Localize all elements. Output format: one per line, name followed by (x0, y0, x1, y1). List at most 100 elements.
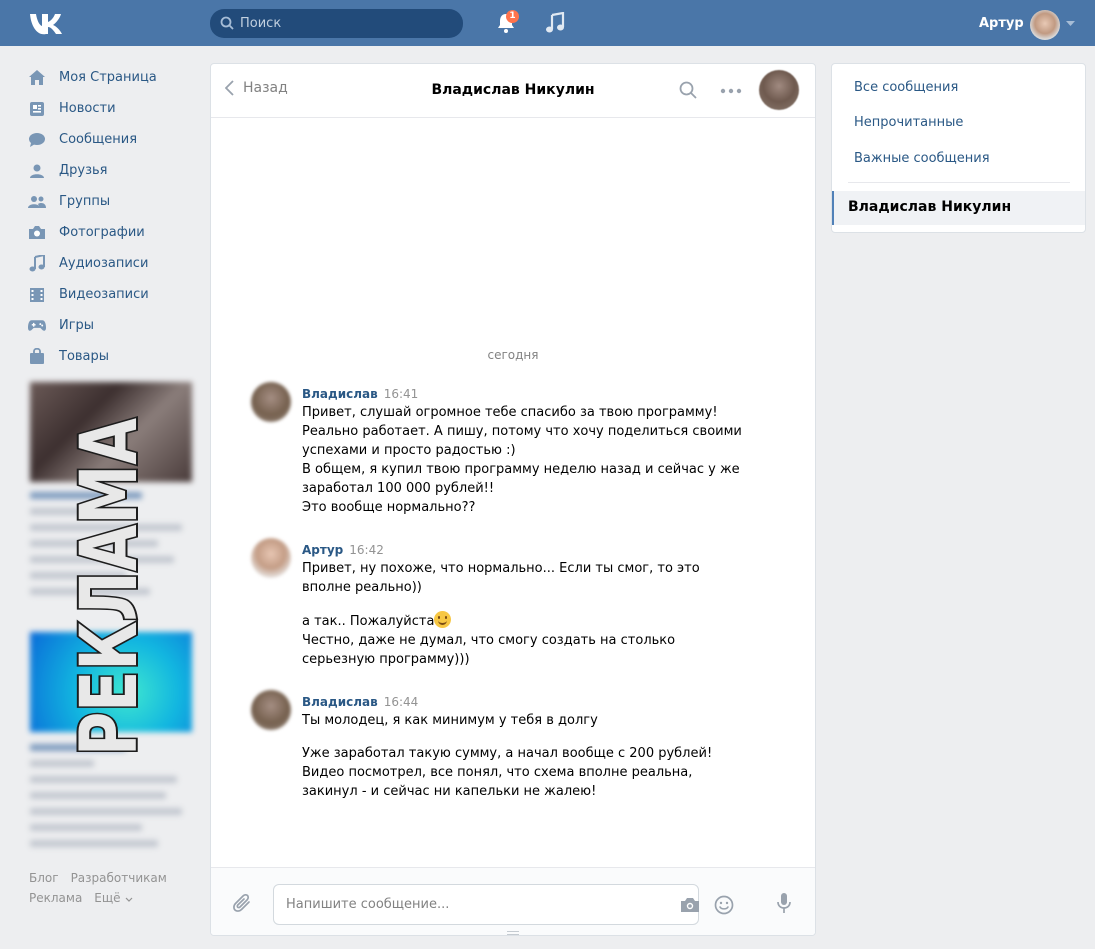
footer-blog-link[interactable]: Блог (29, 871, 59, 885)
message-line: Ты молодец, я как минимум у тебя в долгу (302, 713, 598, 728)
message-line: успехами и просто радостью :) (302, 443, 516, 458)
ad-text-block (30, 744, 190, 856)
nav-item-games[interactable]: Игры (28, 310, 198, 341)
footer-links-row-1: Блог Разработчикам (29, 871, 179, 885)
message-input[interactable] (286, 885, 666, 924)
message-time[interactable]: 16:42 (349, 543, 384, 557)
footer-developers-link[interactable]: Разработчикам (71, 871, 167, 885)
message-line: Уже заработал такую сумму, а начал вообщ… (302, 746, 713, 761)
message-line: Реально работает. А пишу, потому что хоч… (302, 424, 742, 439)
message-body: Привет, слушай огромное тебе спасибо за … (302, 403, 762, 517)
nav-label: Группы (59, 194, 111, 209)
chevron-down-icon[interactable] (1066, 21, 1075, 27)
nav-item-photos[interactable]: Фотографии (28, 217, 198, 248)
nav-item-audio[interactable]: Аудиозаписи (28, 248, 198, 279)
camera-icon[interactable] (680, 897, 700, 913)
ad-stamp-label: РЕКЛАМА (63, 416, 157, 758)
footer-more-link[interactable]: Ещё (94, 891, 133, 905)
news-icon (28, 100, 46, 118)
music-icon[interactable] (545, 12, 565, 34)
nav-item-messages[interactable]: Сообщения (28, 124, 198, 155)
left-nav: Моя Страница Новости Сообщения Друзья Гр… (28, 62, 198, 372)
nav-item-news[interactable]: Новости (28, 93, 198, 124)
chat-header: Назад Владислав Никулин (211, 64, 815, 118)
search-input[interactable] (240, 9, 455, 38)
message-line: вполне реально)) (302, 580, 422, 595)
groups-icon (28, 193, 46, 211)
message-time[interactable]: 16:44 (384, 695, 419, 709)
message-body: Привет, ну похоже, что нормально... Если… (302, 559, 762, 669)
nav-label: Моя Страница (59, 70, 157, 85)
message-line: Честно, даже не думал, что смогу создать… (302, 633, 676, 648)
divider (848, 182, 1070, 183)
nav-item-video[interactable]: Видеозаписи (28, 279, 198, 310)
ad-stamp-text: РЕКЛАМА (65, 418, 155, 756)
message-line: Привет, ну похоже, что нормально... Если… (302, 561, 700, 576)
goods-icon (28, 348, 46, 366)
nav-item-groups[interactable]: Группы (28, 186, 198, 217)
nav-item-goods[interactable]: Товары (28, 341, 198, 372)
nav-label: Товары (59, 349, 110, 364)
filter-unread[interactable]: Непрочитанные (854, 115, 963, 130)
message-line-text: а так.. Пожалуйста (302, 614, 435, 629)
audio-icon (28, 255, 46, 273)
nav-label: Фотографии (59, 225, 145, 240)
message-line: Привет, слушай огромное тебе спасибо за … (302, 405, 718, 420)
message-line: заработал 100 000 рублей!! (302, 481, 495, 496)
top-header: 1 Артур (0, 0, 1095, 46)
message-author[interactable]: Артур (302, 543, 343, 557)
chat-partner-avatar[interactable] (759, 70, 799, 110)
nav-item-my-page[interactable]: Моя Страница (28, 62, 198, 93)
avatar[interactable] (251, 538, 291, 578)
home-icon (28, 69, 46, 87)
nav-label: Видеозаписи (59, 287, 149, 302)
chat-panel: Назад Владислав Никулин сегодня Владисла… (210, 63, 816, 936)
active-dialog-item[interactable]: Владислав Никулин (832, 191, 1085, 225)
message-composer (211, 867, 815, 935)
games-icon (28, 317, 46, 335)
message-input-box[interactable] (273, 884, 734, 925)
message-body: Ты молодец, я как минимум у тебя в долгу… (302, 711, 762, 801)
message-line: Это вообще нормально?? (302, 500, 476, 515)
nav-label: Игры (59, 318, 95, 333)
search-icon (220, 16, 234, 30)
search-box[interactable] (210, 9, 463, 38)
message-line: серьезную программу))) (302, 652, 470, 667)
day-separator: сегодня (487, 348, 539, 362)
footer-ads-link[interactable]: Реклама (29, 891, 82, 905)
filter-important[interactable]: Важные сообщения (854, 151, 990, 166)
paperclip-icon[interactable] (232, 893, 254, 915)
message-meta: Владислав 16:41 (302, 387, 418, 401)
avatar[interactable] (251, 690, 291, 730)
video-icon (28, 286, 46, 304)
vk-logo-icon[interactable] (28, 10, 66, 36)
more-icon[interactable] (720, 88, 742, 94)
photo-icon (28, 224, 46, 242)
filter-all-messages[interactable]: Все сообщения (854, 80, 958, 95)
chevron-down-icon (125, 897, 133, 902)
nav-item-friends[interactable]: Друзья (28, 155, 198, 186)
message-meta: Артур 16:42 (302, 543, 384, 557)
header-avatar[interactable] (1030, 10, 1060, 40)
avatar[interactable] (251, 382, 291, 422)
message-line: а так.. Пожалуйста (302, 611, 762, 631)
smiling-emoji-icon (434, 611, 452, 628)
microphone-icon[interactable] (776, 892, 792, 914)
footer-links-row-2: Реклама Ещё (29, 891, 145, 905)
nav-label: Новости (59, 101, 116, 116)
active-dialog-name: Владислав Никулин (848, 199, 1012, 215)
message-line: закинул - и сейчас ни капельки не жалею! (302, 784, 597, 799)
smile-icon[interactable] (714, 895, 734, 915)
footer-more-label: Ещё (94, 891, 121, 905)
message-time[interactable]: 16:41 (384, 387, 419, 401)
message-author[interactable]: Владислав (302, 387, 378, 401)
message-author[interactable]: Владислав (302, 695, 378, 709)
message-line: В общем, я купил твою программу неделю н… (302, 462, 740, 477)
nav-label: Аудиозаписи (59, 256, 149, 271)
friends-icon (28, 162, 46, 180)
header-user-name[interactable]: Артур (979, 16, 1024, 31)
notification-badge: 1 (506, 10, 519, 23)
search-icon[interactable] (679, 81, 697, 99)
resize-handle[interactable] (507, 931, 519, 935)
dialog-filter-panel: Все сообщения Непрочитанные Важные сообщ… (831, 63, 1086, 233)
